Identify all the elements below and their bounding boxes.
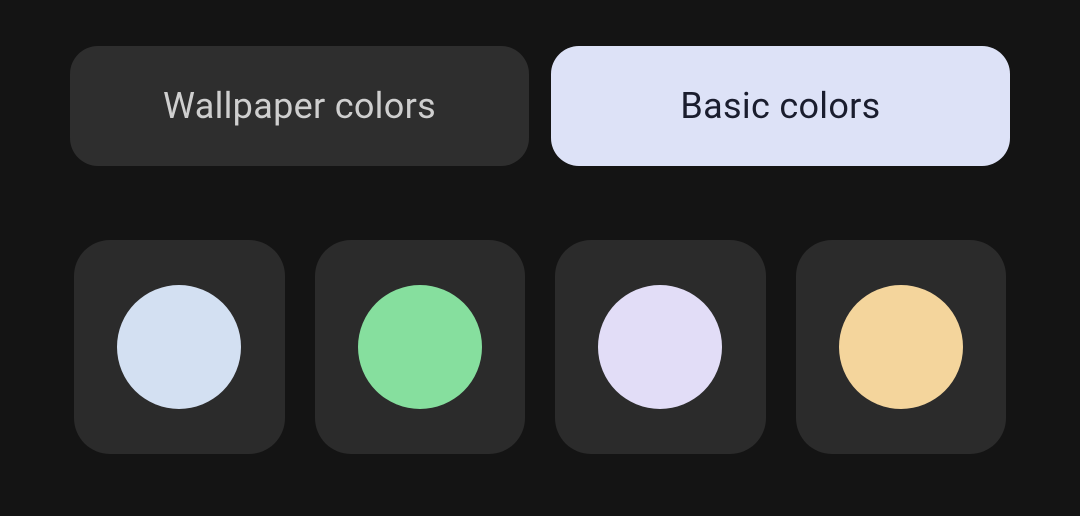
- tab-wallpaper-colors[interactable]: Wallpaper colors: [70, 46, 529, 166]
- color-swatch-lilac[interactable]: [555, 240, 766, 454]
- swatch-circle-icon: [117, 285, 241, 409]
- swatch-circle-icon: [598, 285, 722, 409]
- tab-label: Basic colors: [680, 85, 880, 127]
- color-swatch-row: [70, 240, 1010, 454]
- swatch-circle-icon: [839, 285, 963, 409]
- tab-basic-colors[interactable]: Basic colors: [551, 46, 1010, 166]
- color-swatch-green[interactable]: [315, 240, 526, 454]
- color-swatch-peach[interactable]: [796, 240, 1007, 454]
- color-swatch-blue[interactable]: [74, 240, 285, 454]
- tab-label: Wallpaper colors: [163, 85, 436, 127]
- color-source-tabs: Wallpaper colors Basic colors: [70, 46, 1010, 166]
- swatch-circle-icon: [358, 285, 482, 409]
